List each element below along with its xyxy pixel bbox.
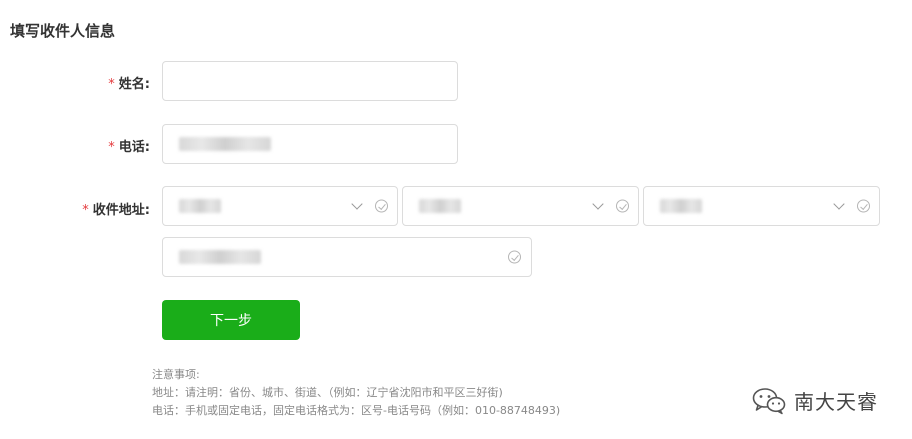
district-select[interactable] [643,186,880,226]
section-title: 填写收件人信息 [10,22,116,40]
chevron-down-icon [351,198,363,210]
street-address-field[interactable] [162,237,532,277]
check-circle-icon [375,199,388,213]
phone-label: * 电话: [108,136,150,155]
required-mark: * [108,77,115,92]
notes-address-tip: 地址：请注明：省份、城市、街道、（例如：辽宁省沈阳市和平区三好街) [152,386,503,399]
check-circle-icon [616,199,629,213]
address-label: * 收件地址: [82,199,150,218]
phone-label-text: 电话: [118,140,150,155]
city-select[interactable] [402,186,639,226]
phone-field[interactable] [162,124,458,164]
notes-phone-tip: 电话：手机或固定电话，固定电话格式为：区号-电话号码（例如：010-887484… [152,404,561,417]
name-field[interactable] [162,61,458,101]
name-input[interactable] [163,62,457,100]
chevron-down-icon [592,198,604,210]
address-label-text: 收件地址: [92,203,150,218]
chevron-down-icon [833,198,845,210]
name-label-text: 姓名: [118,77,150,92]
notes-title: 注意事项: [152,368,200,381]
watermark: 南大天睿 [752,386,878,415]
redacted-district-value [660,199,702,213]
province-select[interactable] [162,186,398,226]
wechat-icon [752,387,786,414]
redacted-city-value [419,199,461,213]
watermark-text: 南大天睿 [794,390,878,414]
redacted-phone-value [179,137,271,151]
redacted-street-value [179,250,261,264]
required-mark: * [108,140,115,155]
notes: 注意事项: 地址：请注明：省份、城市、街道、（例如：辽宁省沈阳市和平区三好街) … [152,366,560,420]
check-circle-icon [508,250,521,264]
check-circle-icon [857,199,870,213]
redacted-province-value [179,199,221,213]
required-mark: * [82,203,89,218]
next-step-button[interactable]: 下一步 [162,300,300,340]
name-label: * 姓名: [108,73,150,92]
